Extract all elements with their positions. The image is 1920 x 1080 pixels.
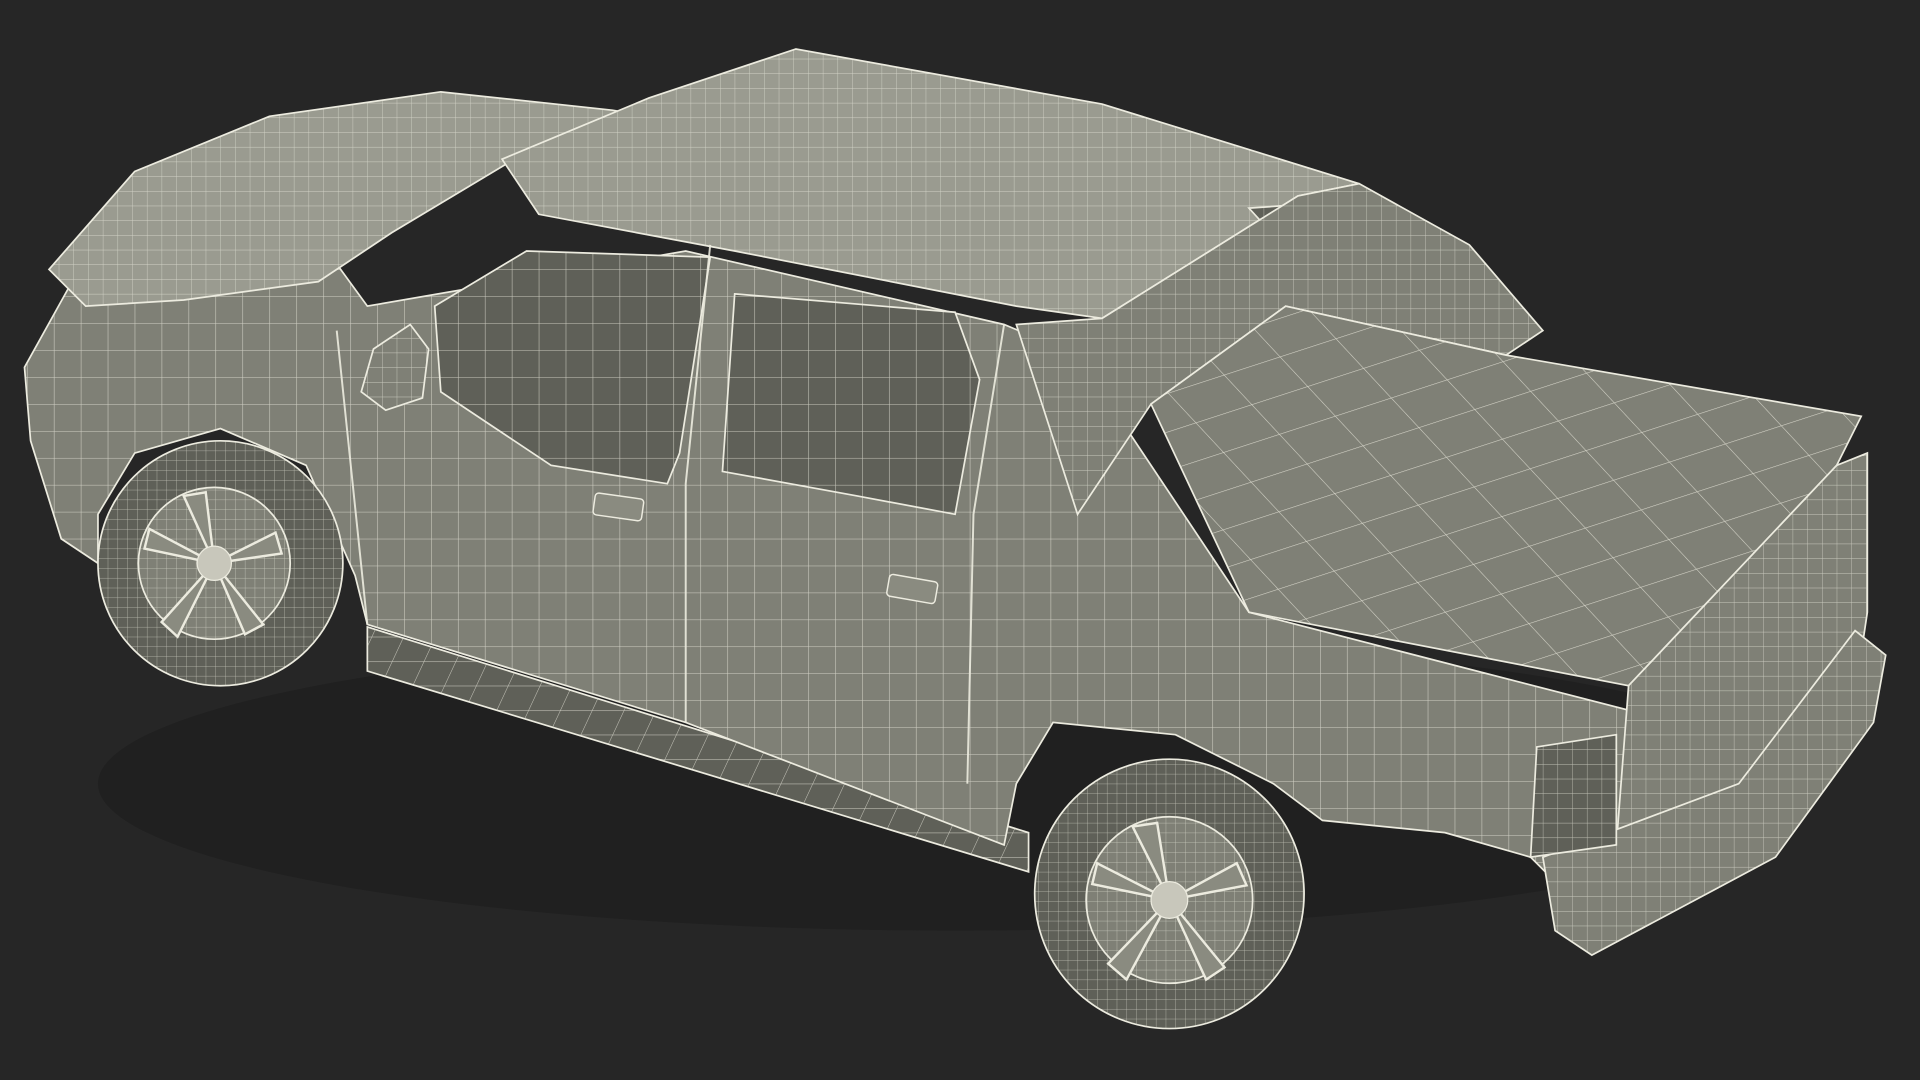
render-viewport <box>0 0 1920 1080</box>
front-wheel <box>97 439 344 687</box>
wireframe-truck-render <box>23 48 1887 1030</box>
taillight <box>1529 733 1618 859</box>
rear-wheel <box>1033 758 1305 1030</box>
